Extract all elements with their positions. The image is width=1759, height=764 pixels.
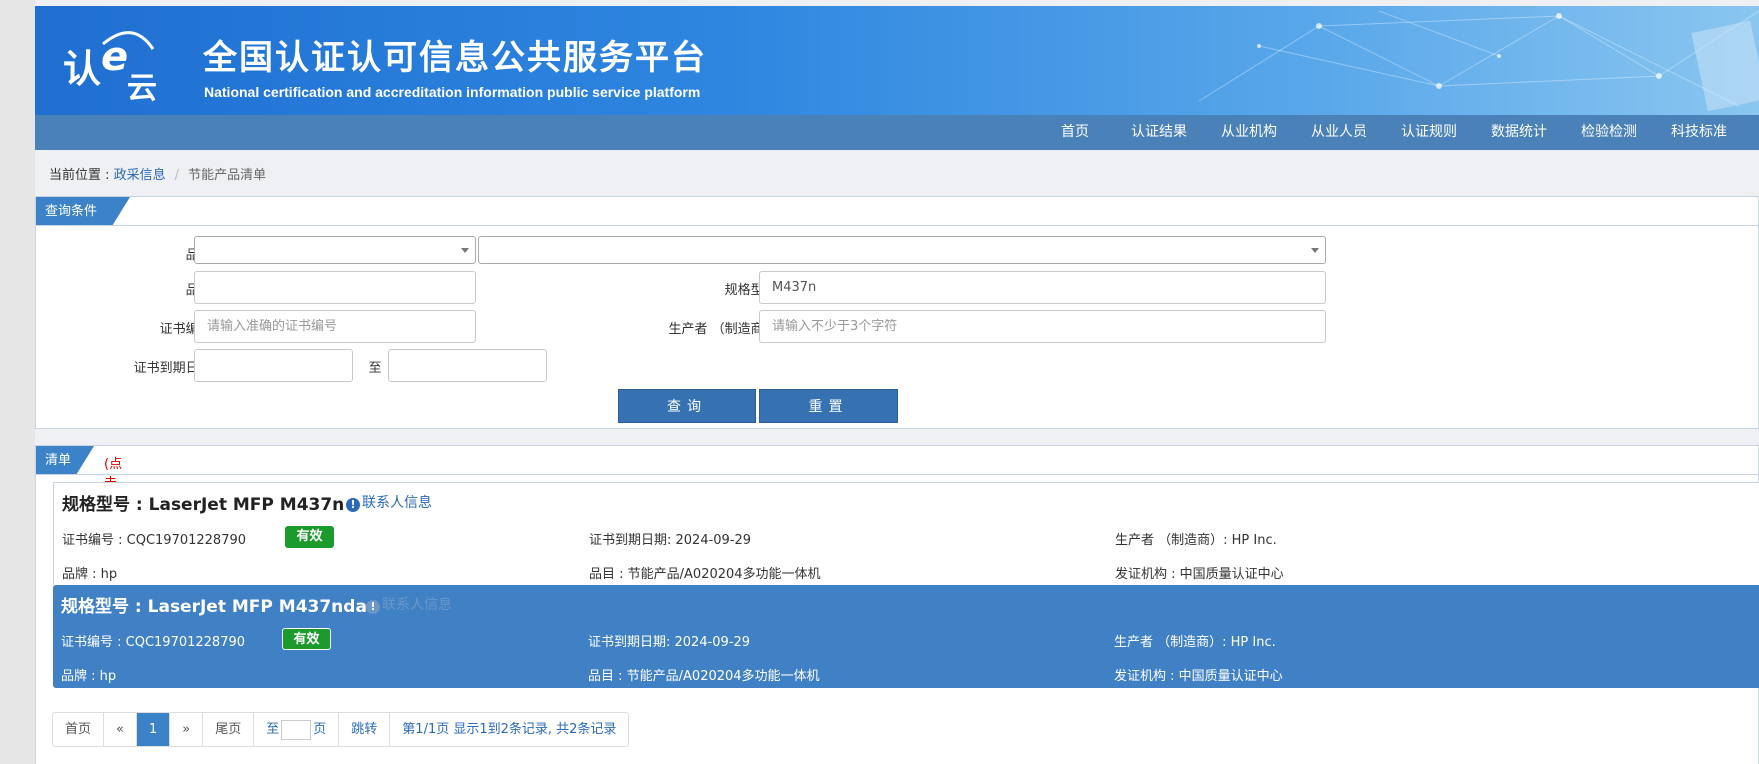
producer: 生产者 （制造商）: HP Inc. bbox=[1115, 533, 1277, 548]
page: 认 e 云 全国认证认可信息公共服务平台 National certificat… bbox=[35, 0, 1759, 764]
chevron-down-icon bbox=[461, 248, 469, 253]
svg-text:云: 云 bbox=[127, 71, 157, 104]
nav-item-personnel[interactable]: 从业人员 bbox=[1301, 115, 1377, 150]
nav-item-statistics[interactable]: 数据统计 bbox=[1481, 115, 1557, 150]
info-icon: ! bbox=[346, 498, 360, 512]
breadcrumb-separator: / bbox=[174, 168, 180, 183]
breadcrumb-current: 节能产品清单 bbox=[188, 168, 267, 183]
expiry-to-input[interactable] bbox=[388, 349, 547, 382]
expiry-label: 证书到期日期: bbox=[133, 361, 216, 376]
goto-suffix: 页 bbox=[313, 722, 327, 737]
page-summary: 第1/1页 显示1到2条记录, 共2条记录 bbox=[402, 722, 617, 737]
expiry-to-label: 至 bbox=[368, 361, 382, 376]
next-page-button[interactable]: » bbox=[170, 713, 204, 746]
producer-label: 生产者 （制造商）: bbox=[668, 322, 781, 337]
query-panel: 查询条件 品目: 品牌: 规格型号: M437n 证书编号: 请输入准确的证书编… bbox=[35, 196, 1759, 429]
producer-input[interactable]: 请输入不少于3个字符 bbox=[759, 310, 1326, 343]
list-panel-title: 清单 bbox=[36, 446, 94, 475]
expiry-date: 证书到期日期: 2024-09-29 bbox=[589, 533, 752, 548]
issuer: 发证机构 : 中国质量认证中心 bbox=[1114, 669, 1283, 684]
contact-info-link[interactable]: ! 联系人信息 bbox=[366, 594, 452, 614]
header-banner: 认 e 云 全国认证认可信息公共服务平台 National certificat… bbox=[35, 6, 1759, 115]
nav-item-institutions[interactable]: 从业机构 bbox=[1211, 115, 1287, 150]
left-gutter bbox=[0, 0, 35, 764]
issuer: 发证机构 : 中国质量认证中心 bbox=[1115, 567, 1284, 582]
nav-item-home[interactable]: 首页 bbox=[1044, 115, 1106, 150]
query-panel-title: 查询条件 bbox=[36, 197, 130, 226]
site-title: 全国认证认可信息公共服务平台 bbox=[203, 38, 707, 78]
cert-no-input[interactable]: 请输入准确的证书编号 bbox=[194, 310, 476, 343]
site-subtitle: National certification and accreditation… bbox=[204, 84, 701, 100]
goto-page-group: 至页 bbox=[254, 713, 340, 746]
model-input[interactable]: M437n bbox=[759, 271, 1326, 304]
goto-page-input[interactable] bbox=[281, 719, 312, 740]
jump-button[interactable]: 跳转 bbox=[339, 713, 391, 746]
divider bbox=[36, 474, 1758, 475]
brand-input[interactable] bbox=[194, 271, 476, 304]
nav-item-standards[interactable]: 科技标准 bbox=[1661, 115, 1737, 150]
breadcrumb-link[interactable]: 政采信息 bbox=[114, 168, 166, 183]
category-select-primary[interactable] bbox=[194, 236, 476, 264]
cert-no: 证书编号 : CQC19701228790 bbox=[62, 533, 247, 548]
goto-prefix: 至 bbox=[266, 722, 280, 737]
nav-item-cert-rules[interactable]: 认证规则 bbox=[1391, 115, 1467, 150]
brand: 品牌 : hp bbox=[61, 669, 117, 684]
pagination: 首页 « 1 » 尾页 至页 跳转 第1/1页 显示1到2条记录, 共2条记录 bbox=[52, 712, 630, 747]
brand: 品牌 : hp bbox=[62, 567, 118, 582]
contact-info-label: 联系人信息 bbox=[382, 597, 452, 613]
status-badge: 有效 bbox=[282, 628, 331, 650]
prev-page-button[interactable]: « bbox=[104, 713, 137, 746]
producer: 生产者 （制造商）: HP Inc. bbox=[1114, 635, 1276, 650]
svg-text:认: 认 bbox=[63, 47, 101, 91]
status-badge: 有效 bbox=[285, 526, 334, 548]
category-select-secondary[interactable] bbox=[478, 236, 1326, 264]
network-decoration-icon bbox=[1198, 10, 1759, 112]
expiry-from-input[interactable] bbox=[194, 349, 353, 382]
model-link[interactable]: 规格型号 : LaserJet MFP M437n bbox=[62, 490, 344, 515]
expiry-date: 证书到期日期: 2024-09-29 bbox=[588, 635, 751, 650]
info-icon: ! bbox=[366, 600, 380, 614]
category: 品目 : 节能产品/A020204多功能一体机 bbox=[589, 567, 821, 582]
contact-info-label: 联系人信息 bbox=[362, 495, 432, 511]
reset-button[interactable]: 重置 bbox=[759, 389, 898, 423]
category: 品目 : 节能产品/A020204多功能一体机 bbox=[588, 669, 820, 684]
model-link[interactable]: 规格型号 : LaserJet MFP M437nda bbox=[61, 592, 367, 617]
last-page-button[interactable]: 尾页 bbox=[203, 713, 255, 746]
nav-item-cert-results[interactable]: 认证结果 bbox=[1121, 115, 1197, 150]
breadcrumb-prefix: 当前位置 : bbox=[49, 168, 114, 183]
first-page-button[interactable]: 首页 bbox=[53, 713, 105, 746]
chevron-down-icon bbox=[1311, 248, 1319, 253]
list-item: 规格型号 : LaserJet MFP M437nda ! 联系人信息 证书编号 … bbox=[53, 585, 1759, 688]
contact-info-link[interactable]: ! 联系人信息 bbox=[346, 492, 432, 512]
divider bbox=[36, 225, 1758, 226]
page-1-button[interactable]: 1 bbox=[136, 713, 171, 746]
site-logo-icon: 认 e 云 bbox=[63, 31, 157, 104]
nav-item-inspection[interactable]: 检验检测 bbox=[1571, 115, 1647, 150]
list-item: 规格型号 : LaserJet MFP M437n ! 联系人信息 证书编号 : … bbox=[53, 482, 1759, 585]
cert-no: 证书编号 : CQC19701228790 bbox=[61, 635, 246, 650]
main-nav: 首页 认证结果 从业机构 从业人员 认证规则 数据统计 检验检测 科技标准 bbox=[35, 115, 1759, 150]
breadcrumb: 当前位置 : 政采信息 / 节能产品清单 bbox=[49, 164, 266, 183]
model-label: 规格型号: bbox=[724, 283, 781, 298]
search-button[interactable]: 查询 bbox=[618, 389, 756, 423]
